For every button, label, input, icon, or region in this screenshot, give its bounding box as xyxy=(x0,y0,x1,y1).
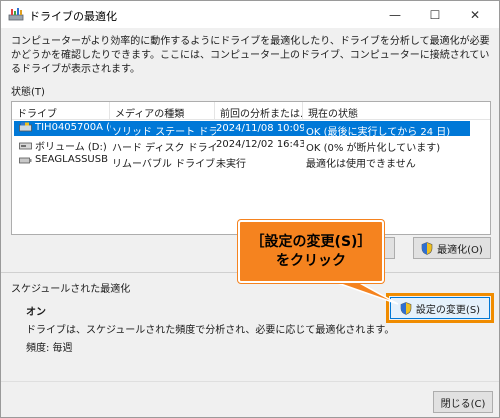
footer-bar xyxy=(1,381,499,417)
table-row[interactable]: TIH0405700A (C:) ソリッド ステート ドライブ 2024/11/… xyxy=(14,121,470,138)
drive-name: SEAGLASSUSB (F:) xyxy=(35,154,111,165)
table-row[interactable]: ボリューム (D:) ハード ディスク ドライブ 2024/12/02 16:4… xyxy=(14,137,470,154)
drive-list[interactable]: ドライブ メディアの種類 前回の分析または... 現在の状態 TIH040570… xyxy=(11,101,491,235)
close-window-button[interactable]: ✕ xyxy=(455,1,495,28)
current-status: 最適化は使用できません xyxy=(306,159,416,170)
status-label: 状態(T) xyxy=(11,87,45,98)
drive-name: ボリューム (D:) xyxy=(35,142,107,153)
description-text: コンピューターがより効率的に動作するようにドライブを最適化したり、ドライブを分析… xyxy=(11,36,490,75)
table-row[interactable]: SEAGLASSUSB (F:) リムーバブル ドライブ 未実行 最適化は使用で… xyxy=(14,153,470,170)
schedule-frequency: 頻度: 毎週 xyxy=(26,343,73,354)
optimize-button-label: 最適化(O) xyxy=(437,244,483,256)
media-type: ソリッド ステート ドライブ xyxy=(112,127,216,138)
current-status: OK (最後に実行してから 24 日) xyxy=(306,127,451,138)
last-analyzed: 未実行 xyxy=(216,159,246,170)
schedule-section-label: スケジュールされた最適化 xyxy=(11,284,131,295)
callout-line-2: をクリック xyxy=(276,253,346,269)
change-settings-button[interactable]: 設定の変更(S) xyxy=(390,297,490,319)
current-status: OK (0% が断片化しています) xyxy=(306,143,441,154)
column-header-drive[interactable]: ドライブ xyxy=(12,102,110,120)
last-analyzed: 2024/12/02 16:43 xyxy=(216,139,304,150)
schedule-state: オン xyxy=(26,307,46,318)
close-button[interactable]: 閉じる(C) xyxy=(433,391,493,413)
uac-shield-icon xyxy=(421,241,433,255)
drive-list-header: ドライブ メディアの種類 前回の分析または... 現在の状態 xyxy=(12,102,490,120)
optimize-drives-app-icon xyxy=(8,8,24,21)
media-type: リムーバブル ドライブ xyxy=(112,159,216,170)
uac-shield-icon xyxy=(400,301,412,315)
last-analyzed: 2024/11/08 10:09 xyxy=(216,123,304,134)
column-header-last-analyzed[interactable]: 前回の分析または... xyxy=(215,102,303,120)
title-bar: ドライブの最適化 — ☐ ✕ xyxy=(1,1,499,28)
change-settings-button-label: 設定の変更(S) xyxy=(415,304,481,316)
usb-drive-icon xyxy=(19,157,32,164)
column-header-current-status[interactable]: 現在の状態 xyxy=(303,102,490,120)
window-title: ドライブの最適化 xyxy=(29,10,117,23)
instruction-callout: ［設定の変更(S)］ をクリック xyxy=(238,220,384,283)
minimize-button[interactable]: — xyxy=(375,1,415,28)
schedule-description: ドライブは、スケジュールされた頻度で分析され、必要に応じて最適化されます。 xyxy=(26,325,395,336)
callout-line-1: ［設定の変更(S)］ xyxy=(250,234,372,250)
maximize-button[interactable]: ☐ xyxy=(415,1,455,28)
ssd-drive-icon xyxy=(19,122,32,132)
drive-name: TIH0405700A (C:) xyxy=(35,122,111,133)
media-type: ハード ディスク ドライブ xyxy=(112,143,216,154)
column-header-media-type[interactable]: メディアの種類 xyxy=(110,102,215,120)
optimize-button[interactable]: 最適化(O) xyxy=(413,237,491,259)
hdd-drive-icon xyxy=(19,142,32,150)
optimize-drives-window: ドライブの最適化 — ☐ ✕ コンピューターがより効率的に動作するようにドライブ… xyxy=(0,0,500,418)
